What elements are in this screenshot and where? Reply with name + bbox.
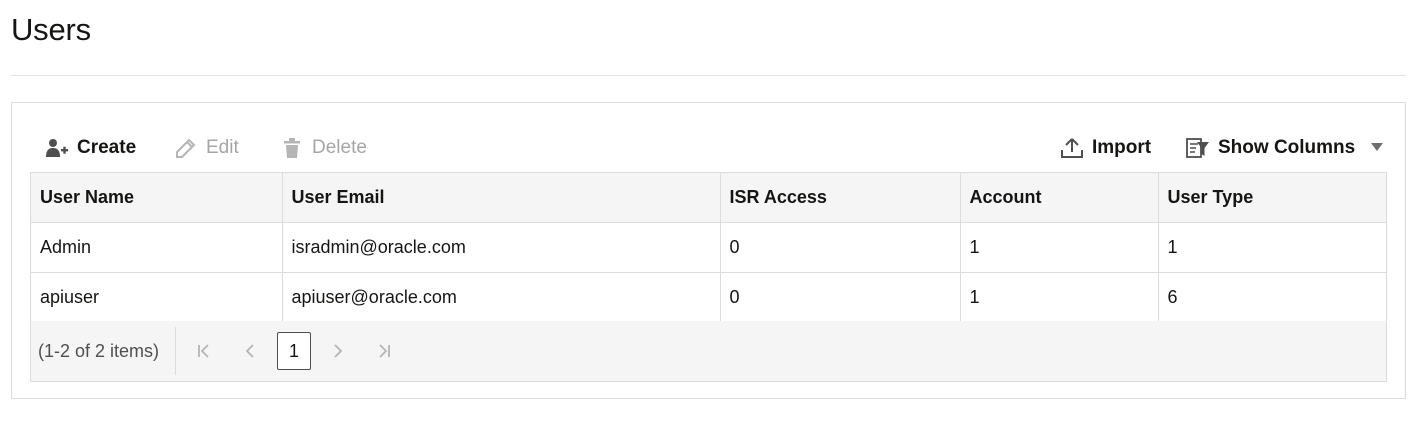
table-header-row: User Name User Email ISR Access Account … [31, 173, 1387, 223]
cell-user-email: isradmin@oracle.com [282, 222, 721, 273]
cell-account: 1 [960, 222, 1159, 273]
page-title: Users [11, 12, 91, 47]
cell-user-name: Admin [31, 222, 283, 273]
last-page-icon [377, 343, 391, 359]
edit-button[interactable]: Edit [174, 131, 239, 165]
cell-isr-access: 0 [720, 222, 961, 273]
column-header-user-type[interactable]: User Type [1158, 173, 1387, 223]
delete-label: Delete [312, 137, 367, 158]
chevron-right-icon [332, 343, 344, 359]
toolbar: Create Edit Delete Import Show Columns [12, 131, 1405, 165]
table-row[interactable]: Admin isradmin@oracle.com 0 1 1 [31, 222, 1387, 273]
caret-down-icon [1370, 139, 1384, 157]
first-page-button[interactable] [181, 333, 227, 369]
previous-page-button[interactable] [227, 333, 273, 369]
upload-icon [1060, 136, 1084, 160]
page-number-button[interactable]: 1 [277, 332, 311, 370]
import-button[interactable]: Import [1060, 131, 1151, 165]
pagination-summary: (1-2 of 2 items) [31, 327, 176, 375]
create-button[interactable]: Create [45, 131, 136, 165]
cell-isr-access: 0 [720, 272, 961, 323]
column-header-account[interactable]: Account [960, 173, 1159, 223]
cell-user-type: 1 [1158, 222, 1387, 273]
chevron-left-icon [244, 343, 256, 359]
trash-icon [280, 136, 304, 160]
columns-filter-icon [1186, 136, 1210, 160]
table-row[interactable]: apiuser apiuser@oracle.com 0 1 6 [31, 272, 1387, 323]
users-panel: Create Edit Delete Import Show Columns U… [11, 102, 1406, 399]
cell-account: 1 [960, 272, 1159, 323]
column-header-isr-access[interactable]: ISR Access [720, 173, 961, 223]
add-user-icon [45, 136, 69, 160]
last-page-button[interactable] [361, 333, 407, 369]
edit-label: Edit [206, 137, 239, 158]
show-columns-button[interactable]: Show Columns [1186, 131, 1355, 165]
cell-user-email: apiuser@oracle.com [282, 272, 721, 323]
users-table: User Name User Email ISR Access Account … [30, 172, 1387, 382]
import-label: Import [1092, 137, 1152, 158]
pencil-icon [174, 136, 198, 160]
cell-user-name: apiuser [31, 272, 283, 323]
column-header-user-email[interactable]: User Email [282, 173, 721, 223]
delete-button[interactable]: Delete [280, 131, 367, 165]
first-page-icon [197, 343, 211, 359]
column-header-user-name[interactable]: User Name [31, 173, 283, 223]
create-label: Create [77, 137, 137, 158]
show-columns-label: Show Columns [1218, 137, 1356, 158]
title-divider [11, 75, 1406, 76]
pagination-bar: (1-2 of 2 items) 1 [31, 321, 1386, 381]
more-actions-button[interactable] [1366, 131, 1388, 165]
cell-user-type: 6 [1158, 272, 1387, 323]
next-page-button[interactable] [315, 333, 361, 369]
